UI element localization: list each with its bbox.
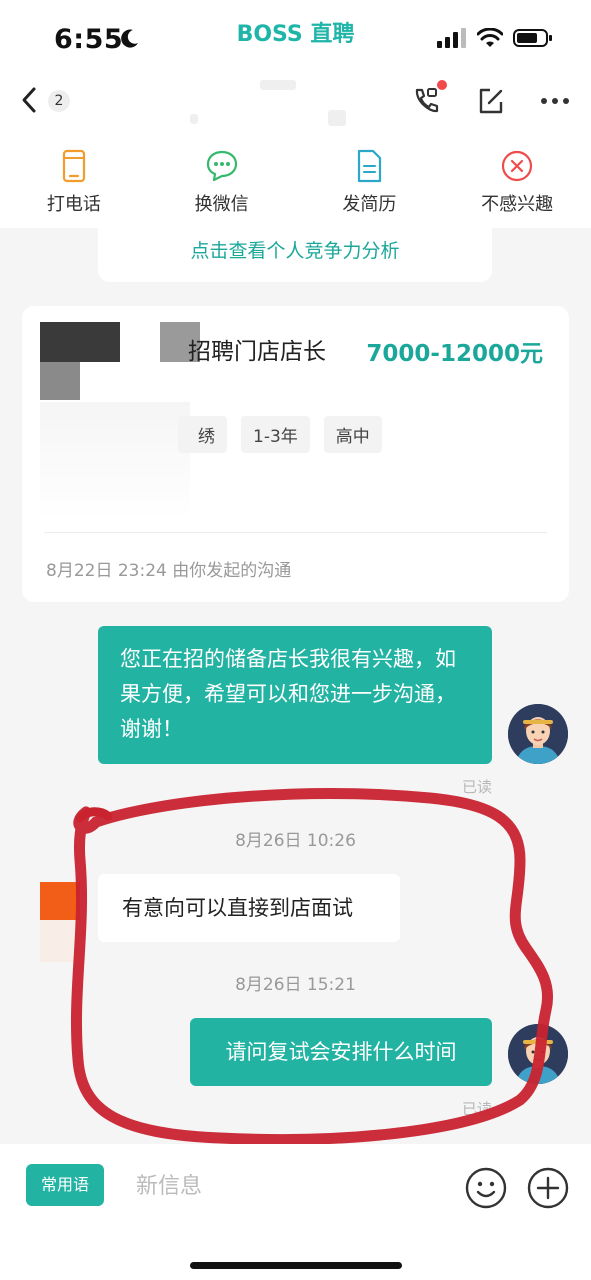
common-phrases-button[interactable]: 常用语 (26, 1164, 104, 1206)
avatar[interactable] (508, 1024, 568, 1084)
call-button[interactable] (409, 80, 447, 118)
message-incoming[interactable]: 有意向可以直接到店面试 (98, 874, 400, 942)
phone-video-icon (415, 88, 439, 113)
message-outgoing[interactable]: 您正在招的储备店长我很有兴趣，如果方便，希望可以和您进一步沟通，谢谢！ (98, 626, 492, 764)
quick-actions: 打电话 换微信 发简历 不感兴趣 (0, 140, 591, 228)
action-wechat[interactable]: 换微信 (148, 140, 296, 228)
chat-start-meta: 8月22日 23:24 由你发起的沟通 (46, 561, 292, 581)
action-label: 发简历 (342, 194, 397, 215)
user-avatar-icon (508, 704, 568, 764)
action-not-interested[interactable]: 不感兴趣 (443, 140, 591, 228)
redacted-area (40, 402, 190, 522)
notification-dot (437, 80, 447, 90)
recruiter-avatar[interactable] (40, 882, 80, 962)
job-tags: 绣 1-3年 高中 (178, 416, 382, 453)
avatar-image (40, 882, 80, 920)
edit-button[interactable] (473, 84, 509, 118)
back-icon[interactable] (18, 86, 42, 114)
phone-icon (62, 149, 85, 183)
timestamp: 8月26日 10:26 (235, 831, 356, 851)
job-tag: 高中 (323, 416, 382, 453)
action-label: 换微信 (194, 194, 249, 215)
read-status: 已读 (462, 778, 493, 796)
action-resume[interactable]: 发简历 (296, 140, 444, 228)
job-title: 招聘门店店长 (188, 339, 326, 365)
more-button[interactable] (537, 84, 573, 118)
action-label: 不感兴趣 (481, 194, 554, 215)
redacted-block (40, 362, 80, 400)
action-label: 打电话 (46, 194, 101, 215)
battery-icon (513, 29, 552, 47)
signal-icon (437, 28, 466, 48)
header-actions (409, 80, 573, 118)
unread-badge[interactable]: 2 (48, 90, 70, 112)
divider (44, 532, 547, 533)
plus-icon[interactable] (526, 1166, 570, 1210)
resume-icon (358, 149, 382, 183)
message-input[interactable] (136, 1166, 436, 1206)
job-card[interactable]: 招聘门店店长 7000-12000元 绣 1-3年 高中 8月22日 23:24… (22, 306, 569, 602)
read-status: 已读 (462, 1100, 493, 1118)
status-bar: 6:55 BOSS 直聘 (0, 0, 591, 72)
wifi-icon (477, 28, 503, 47)
redacted-block (40, 322, 120, 362)
action-call[interactable]: 打电话 (0, 140, 148, 228)
emoji-icon[interactable] (464, 1166, 508, 1210)
wechat-icon (206, 150, 237, 182)
more-icon (541, 98, 569, 104)
avatar[interactable] (508, 704, 568, 764)
chat-header: 2 (0, 72, 591, 140)
user-avatar-icon (508, 1024, 568, 1084)
home-indicator (190, 1262, 402, 1269)
timestamp: 8月26日 15:21 (235, 975, 356, 995)
message-outgoing[interactable]: 请问复试会安排什么时间 (190, 1018, 492, 1086)
avatar-image (40, 920, 80, 962)
edit-icon (479, 88, 503, 114)
job-salary: 7000-12000元 (366, 341, 543, 367)
competitiveness-banner[interactable]: 点击查看个人竞争力分析 (98, 228, 492, 282)
job-tag: 绣 (178, 416, 227, 453)
blurred-contact-name (190, 78, 360, 128)
job-tag: 1-3年 (241, 416, 310, 453)
status-icons (437, 28, 553, 48)
not-interested-icon (502, 150, 533, 182)
input-bar: 常用语 (0, 1144, 591, 1280)
